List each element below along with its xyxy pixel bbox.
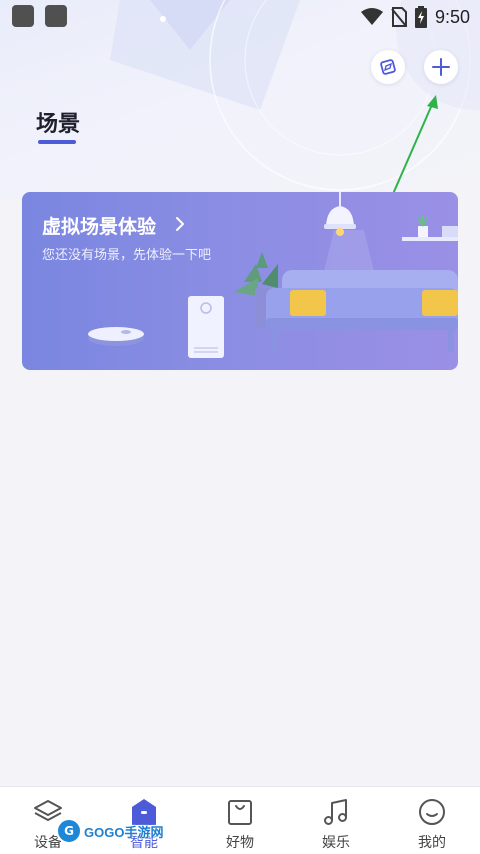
status-time: 9:50 <box>434 6 470 27</box>
nav-item-me[interactable]: 我的 <box>384 787 480 854</box>
banner-title: 虚拟场景体验 <box>42 216 157 238</box>
battery-icon <box>414 6 427 28</box>
chevron-right-icon <box>176 217 184 231</box>
banner-subtitle: 您还没有场景，先体验一下吧 <box>42 248 212 263</box>
no-sim-icon <box>391 7 407 27</box>
smile-icon <box>419 799 445 825</box>
notification-icon <box>12 5 34 27</box>
nav-label-shop: 好物 <box>226 835 254 851</box>
wifi-icon <box>360 8 383 25</box>
watermark-text: GOGO手游网 <box>84 824 164 840</box>
page-title: 场景 <box>36 112 81 137</box>
plus-icon <box>432 58 450 76</box>
watermark-logo-icon: G <box>56 818 82 844</box>
nav-item-entertainment[interactable]: 娱乐 <box>288 787 384 854</box>
site-watermark: G GOGO手游网 <box>56 818 163 844</box>
music-note-icon <box>324 799 347 825</box>
shopping-bag-icon <box>228 800 252 825</box>
compass-icon <box>380 59 396 75</box>
explore-button[interactable] <box>371 50 405 84</box>
status-bar: 9:50 <box>0 0 480 34</box>
nav-label-me: 我的 <box>418 835 446 851</box>
title-underline <box>38 140 76 144</box>
nav-item-shop[interactable]: 好物 <box>192 787 288 854</box>
nav-label-entertainment: 娱乐 <box>322 835 350 851</box>
notification-icon <box>45 5 67 27</box>
add-scene-button[interactable] <box>424 50 458 84</box>
virtual-scene-banner[interactable]: 虚拟场景体验 您还没有场景，先体验一下吧 <box>22 192 458 370</box>
